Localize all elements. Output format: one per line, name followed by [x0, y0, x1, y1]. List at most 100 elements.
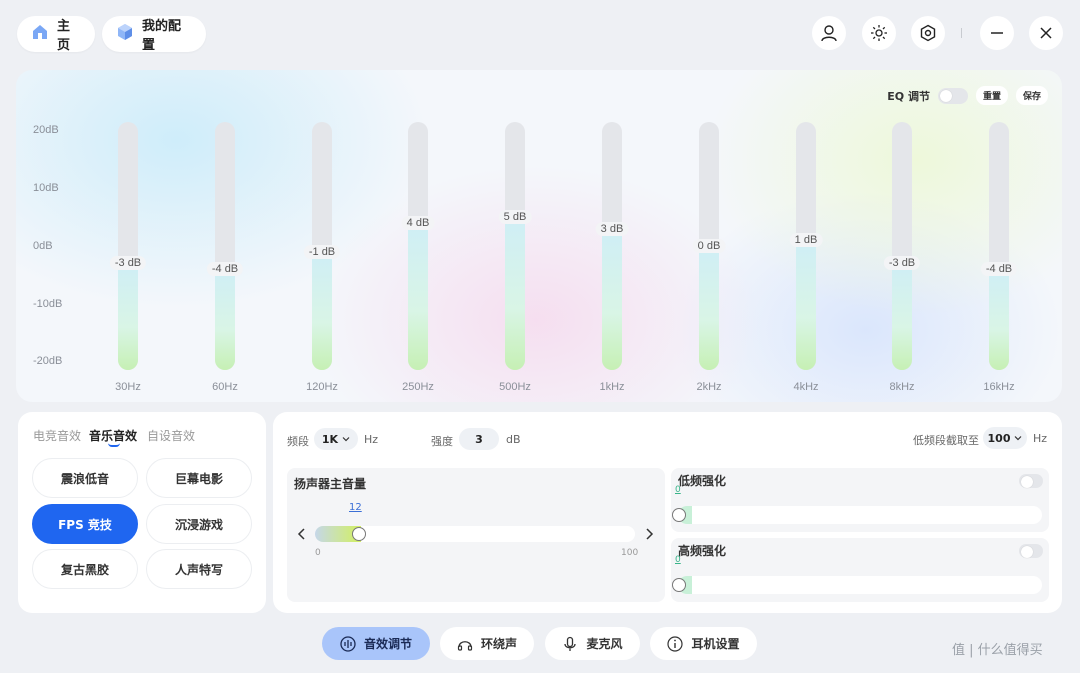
eq-band-frequency-label: 60Hz — [212, 381, 238, 393]
eq-band-gain-label[interactable]: 4 dB — [401, 216, 435, 230]
volume-slider-thumb[interactable] — [352, 527, 367, 541]
volume-panel: 扬声器主音量 12 0 100 — [287, 468, 665, 602]
eq-band-frequency-label: 1kHz — [599, 381, 625, 393]
eq-band-gain-label[interactable]: -3 dB — [109, 256, 147, 271]
nav-surround-label: 环绕声 — [480, 637, 517, 651]
eq-band-gain-label[interactable]: -4 dB — [206, 262, 244, 276]
eq-band-slider[interactable]: 3 dB — [595, 122, 629, 370]
preset-cinema-button[interactable]: 巨幕电影 — [146, 458, 252, 498]
eq-band-gain-label[interactable]: -3 dB — [883, 256, 921, 271]
chevron-left-icon[interactable] — [297, 528, 307, 540]
eq-band-gain-label[interactable]: -4 dB — [980, 262, 1018, 276]
user-icon — [821, 25, 837, 42]
bass-boost-slider[interactable] — [672, 506, 1042, 524]
eq-band-slider[interactable]: -1 dB — [303, 122, 341, 370]
freq-select[interactable]: 1K — [314, 428, 358, 450]
eq-band-gain-label[interactable]: 3 dB — [595, 221, 629, 236]
eq-band-frequency-label: 30Hz — [115, 381, 141, 393]
bass-boost-thumb[interactable] — [672, 508, 686, 522]
lowcut-label: 低频段截取至 — [913, 434, 979, 447]
preset-immersive-button[interactable]: 沉浸游戏 — [146, 504, 252, 544]
eq-band-slider[interactable]: 0 dB — [692, 122, 726, 370]
nav-sound-effects-label: 音效调节 — [363, 637, 412, 651]
eq-band-slider[interactable]: -3 dB — [883, 122, 921, 370]
eq-band-slider[interactable]: 4 dB — [401, 122, 435, 370]
bass-boost-panel: 低频强化 0 — [671, 468, 1049, 532]
tab-esports[interactable]: 电竞音效 — [33, 427, 81, 444]
intensity-input[interactable]: 3 — [459, 428, 499, 450]
preset-card: 电竞音效 音乐音效 自设音效 震浪低音 巨幕电影 FPS 竞技 沉浸游戏 复古黑… — [18, 412, 266, 613]
eq-toggle[interactable] — [937, 87, 968, 104]
eq-band-frequency-label: 8kHz — [889, 381, 915, 393]
brightness-button[interactable] — [862, 16, 896, 50]
hex-settings-icon — [920, 24, 936, 42]
eq-band-slider[interactable]: 5 dB — [498, 122, 532, 370]
nav-sound-effects[interactable]: 音效调节 — [322, 627, 430, 660]
bass-boost-toggle[interactable] — [1019, 474, 1043, 488]
eq-save-button[interactable]: 保存 — [1015, 86, 1048, 105]
eq-band-slider[interactable]: -4 dB — [980, 122, 1018, 370]
intensity-label: 强度 — [431, 435, 453, 448]
header-divider — [961, 28, 962, 38]
home-button[interactable]: 主页 — [17, 16, 95, 53]
info-icon — [667, 635, 684, 652]
nav-headset-settings[interactable]: 耳机设置 — [650, 627, 757, 660]
lowcut-unit: Hz — [1033, 432, 1048, 445]
eq-band-fill — [892, 263, 912, 370]
treble-boost-thumb[interactable] — [672, 578, 686, 592]
watermark-text: 值 | 什么值得买 — [952, 643, 1043, 658]
y-tick-label: -20dB — [33, 355, 63, 367]
home-icon — [31, 23, 49, 45]
my-config-button[interactable]: 我的配置 — [102, 16, 206, 53]
close-icon — [1040, 27, 1052, 39]
eq-band-gain-label[interactable]: -1 dB — [303, 244, 341, 259]
preset-fps-button[interactable]: FPS 竞技 — [32, 504, 138, 544]
microphone-icon — [564, 636, 577, 651]
eq-band-slider[interactable]: 1 dB — [789, 122, 823, 370]
eq-band-fill — [312, 251, 332, 370]
preset-bass-button[interactable]: 震浪低音 — [32, 458, 138, 498]
home-label: 主页 — [57, 19, 71, 53]
settings-button[interactable] — [911, 16, 945, 50]
chevron-down-icon — [1015, 436, 1022, 441]
settings-card: 频段 1K Hz 强度 3 dB 低频段截取至 100 Hz 扬声器主音量 12… — [273, 412, 1062, 613]
close-button[interactable] — [1029, 16, 1063, 50]
eq-band-fill — [118, 263, 138, 370]
nav-microphone-label: 麦克风 — [586, 637, 623, 651]
minimize-button[interactable] — [980, 16, 1014, 50]
eq-band-frequency-label: 4kHz — [793, 381, 819, 393]
preset-vocal-button[interactable]: 人声特写 — [146, 549, 252, 589]
eq-band-gain-label[interactable]: 5 dB — [498, 210, 532, 225]
freq-value: 1K — [321, 432, 339, 446]
tab-music[interactable]: 音乐音效 — [89, 427, 137, 444]
chevron-right-icon[interactable] — [644, 528, 654, 540]
eq-title: EQ 调节 — [887, 89, 930, 103]
preset-vinyl-button[interactable]: 复古黑胶 — [32, 549, 138, 589]
y-tick-label: -10dB — [33, 298, 63, 310]
eq-band-slider[interactable]: -4 dB — [206, 122, 244, 370]
eq-band-fill — [796, 240, 816, 370]
user-button[interactable] — [812, 16, 846, 50]
eq-band-gain-label[interactable]: 1 dB — [789, 233, 823, 248]
chevron-down-icon — [342, 437, 350, 442]
tab-custom[interactable]: 自设音效 — [147, 427, 195, 444]
eq-band-slider[interactable]: -3 dB — [109, 122, 147, 370]
volume-slider[interactable] — [315, 526, 635, 542]
y-tick-label: 10dB — [33, 182, 59, 194]
lowcut-select[interactable]: 100 — [983, 427, 1027, 449]
eq-reset-button[interactable]: 重置 — [975, 86, 1008, 105]
eq-band-fill — [408, 223, 428, 370]
treble-boost-toggle[interactable] — [1019, 544, 1043, 558]
sound-wave-icon — [340, 635, 356, 652]
eq-band-fill — [215, 269, 235, 370]
nav-microphone[interactable]: 麦克风 — [545, 627, 640, 660]
nav-surround[interactable]: 环绕声 — [440, 627, 534, 660]
eq-band-frequency-label: 120Hz — [306, 381, 338, 393]
y-tick-label: 0dB — [33, 240, 53, 252]
bass-boost-value: 0 — [675, 485, 681, 495]
eq-panel: EQ 调节 重置 保存 20dB 10dB 0dB -10dB -20dB -3… — [16, 70, 1062, 402]
eq-band-frequency-label: 16kHz — [983, 381, 1015, 393]
eq-band-gain-label[interactable]: 0 dB — [692, 239, 726, 253]
eq-band-frequency-label: 250Hz — [402, 381, 434, 393]
treble-boost-slider[interactable] — [672, 576, 1042, 594]
